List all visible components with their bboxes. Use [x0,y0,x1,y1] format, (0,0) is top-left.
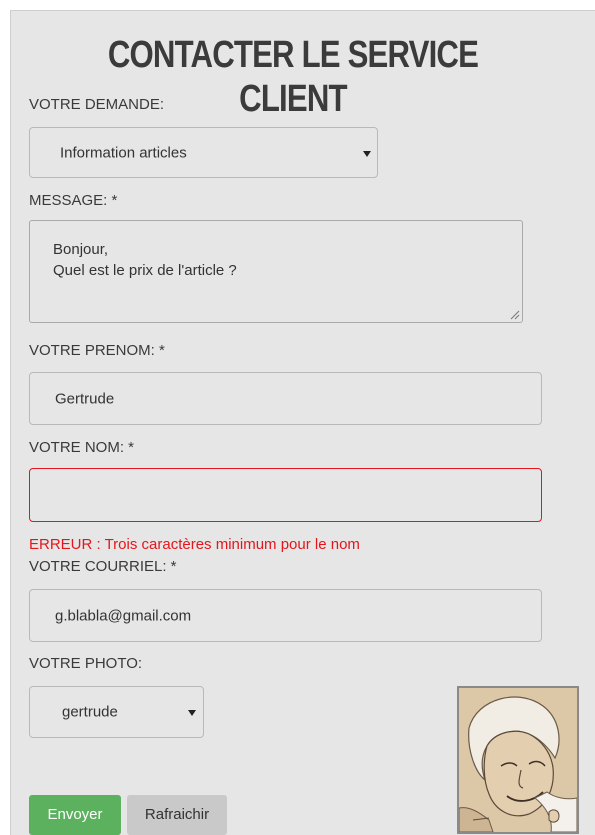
chevron-down-icon [188,710,196,716]
lastname-input[interactable] [29,468,542,522]
firstname-input[interactable]: Gertrude [29,372,542,425]
message-line: Quel est le prix de l'article ? [53,262,237,279]
photo-preview [457,686,579,834]
message-line: Bonjour, [53,241,109,258]
portrait-image [459,688,577,832]
chevron-down-icon [363,151,371,157]
email-label: VOTRE COURRIEL: * [29,558,177,575]
lastname-error-message: ERREUR : Trois caractères minimum pour l… [29,536,360,553]
request-select[interactable]: Information articles [29,127,378,178]
photo-label: VOTRE PHOTO: [29,655,143,672]
email-value: g.blabla@gmail.com [55,607,192,624]
refresh-button[interactable]: Rafraichir [127,795,227,835]
request-select-value: Information articles [60,144,187,161]
email-input[interactable]: g.blabla@gmail.com [29,589,542,642]
photo-select-value: gertrude [62,703,118,721]
lastname-label: VOTRE NOM: * [29,439,135,456]
firstname-label: VOTRE PRENOM: * [29,342,165,359]
firstname-value: Gertrude [55,390,115,407]
resize-handle-icon[interactable] [510,310,520,320]
message-textarea[interactable]: Bonjour, Quel est le prix de l'article ? [29,220,523,323]
message-label: MESSAGE: * [29,192,118,209]
request-label: VOTRE DEMANDE: [29,96,165,113]
photo-select[interactable]: gertrude [29,686,204,738]
send-button[interactable]: Envoyer [29,795,121,835]
